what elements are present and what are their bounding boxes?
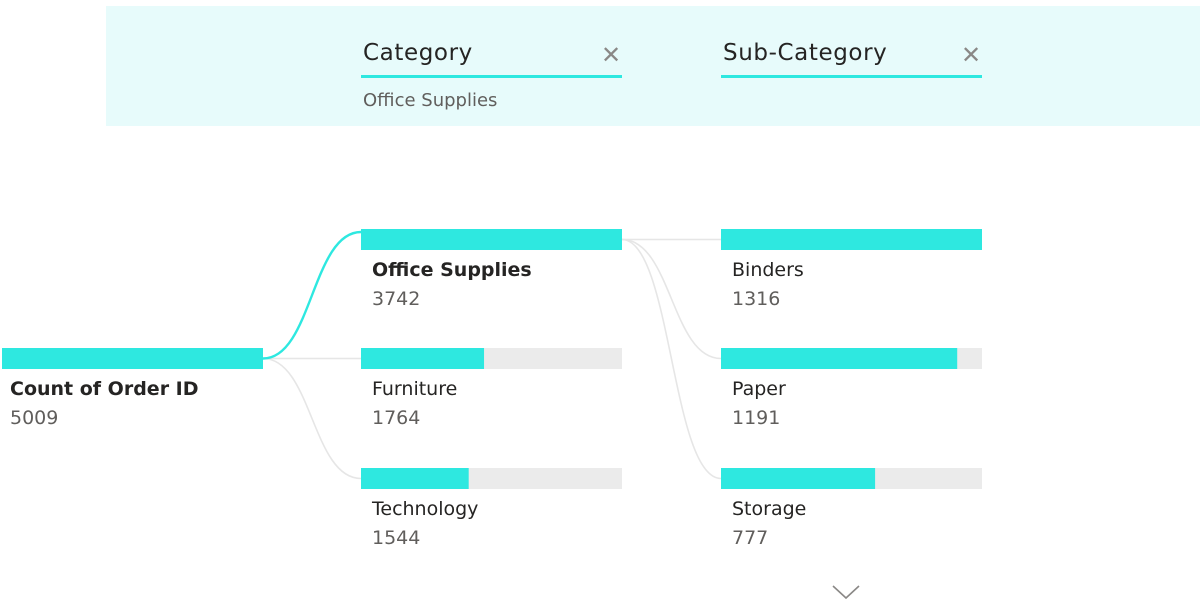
category-label-office-supplies: Office Supplies [372, 259, 532, 281]
sub-category-label-paper: Paper [732, 378, 786, 400]
root-bar-count-of-order-id [2, 348, 263, 369]
sub-category-bar-paper [721, 348, 958, 369]
root-value-count-of-order-id: 5009 [10, 407, 58, 429]
category-bar-furniture [361, 348, 485, 369]
chevron-down-icon[interactable] [831, 583, 861, 601]
category-value-furniture: 1764 [372, 407, 420, 429]
sub-category-value-storage: 777 [732, 527, 768, 549]
category-value-office-supplies: 3742 [372, 288, 420, 310]
root-label-count-of-order-id: Count of Order ID [10, 378, 199, 400]
sub-category-label-storage: Storage [732, 498, 806, 520]
decomposition-tree: Count of Order ID 5009 Office Supplies 3742… [2, 229, 982, 549]
sub-category-bar-storage [721, 468, 876, 489]
category-label-technology: Technology [371, 498, 478, 520]
sub-category-value-binders: 1316 [732, 288, 780, 310]
category-bar-technology [361, 468, 469, 489]
sub-category-bar-binders [721, 229, 982, 250]
sub-category-label-binders: Binders [732, 259, 804, 281]
link-storage [621, 238, 722, 480]
category-bar-office-supplies [361, 229, 622, 250]
sub-category-value-paper: 1191 [732, 407, 780, 429]
category-label-furniture: Furniture [372, 378, 457, 400]
category-value-technology: 1544 [372, 527, 420, 549]
link-paper [621, 238, 722, 360]
link-office-supplies [262, 230, 362, 360]
link-technology [262, 357, 362, 480]
